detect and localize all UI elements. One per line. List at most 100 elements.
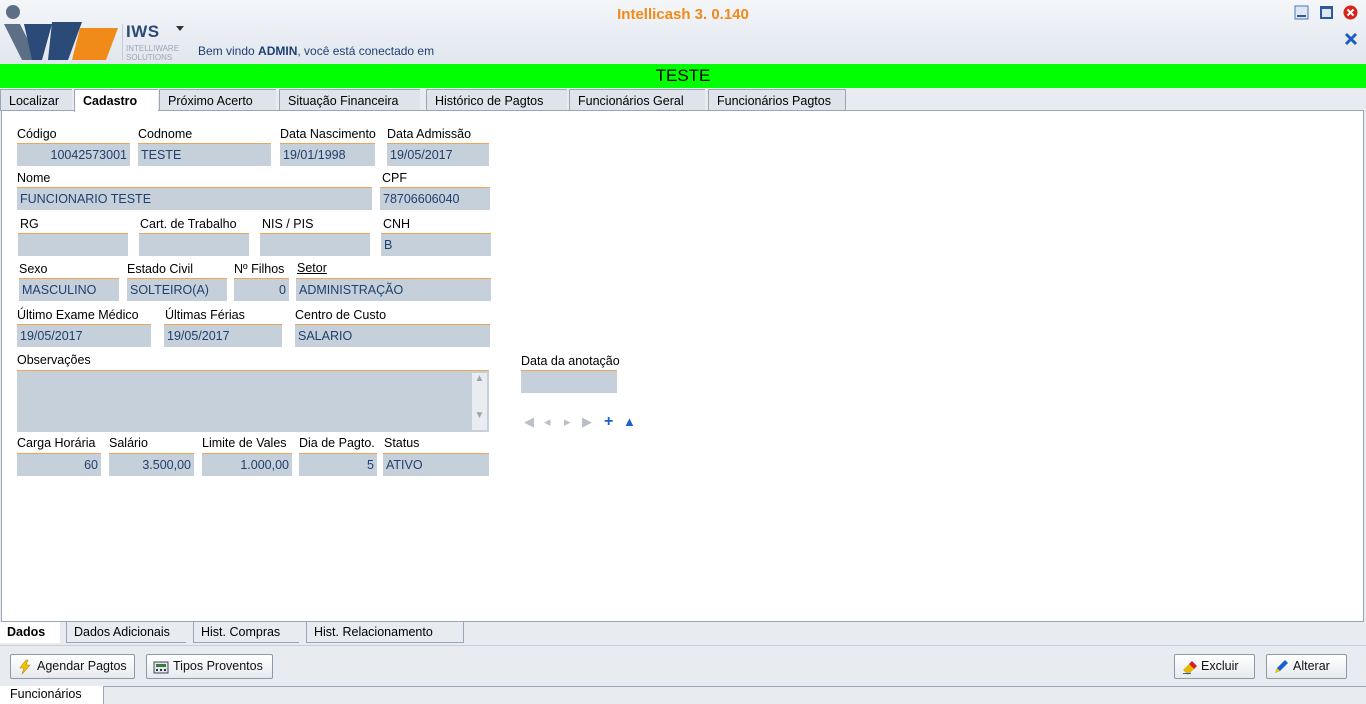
alterar-button[interactable]: Alterar — [1266, 654, 1347, 679]
close-form-icon[interactable] — [1343, 31, 1359, 47]
tab-label: Situação Financeira — [288, 94, 399, 108]
excluir-button[interactable]: Excluir — [1174, 654, 1255, 679]
collapse-icon[interactable]: ▲ — [623, 414, 636, 430]
codigo-field[interactable]: 10042573001 — [17, 143, 130, 166]
admissao-field[interactable]: 19/05/2017 — [387, 143, 489, 166]
logo-text: IWS — [126, 22, 160, 41]
button-label: Tipos Proventos — [173, 659, 263, 673]
centro-custo-field[interactable]: SALARIO — [295, 324, 490, 347]
cpf-field[interactable]: 78706606040 — [380, 187, 490, 210]
action-toolbar: Agendar Pagtos Tipos Proventos Excluir A… — [0, 645, 1366, 687]
tab-funcionarios[interactable]: Funcionários — [0, 686, 104, 704]
tab-label: Próximo Acerto — [168, 94, 253, 108]
tab-label: Funcionários Pagtos — [717, 94, 831, 108]
tab-label: Hist. Compras — [201, 625, 281, 639]
codigo-label: Código — [17, 127, 57, 141]
menu-dropdown-icon[interactable] — [176, 26, 184, 31]
prev-record-icon[interactable]: ◂ — [544, 414, 551, 430]
tipos-proventos-button[interactable]: Tipos Proventos — [146, 654, 273, 679]
top-tabs: Localizar Cadastro Próximo Acerto Situaç… — [0, 88, 1366, 112]
agendar-pagtos-button[interactable]: Agendar Pagtos — [10, 654, 135, 679]
cnh-label: CNH — [383, 217, 411, 231]
observacoes-label: Observações — [17, 353, 91, 367]
nome-field[interactable]: FUNCIONARIO TESTE — [17, 187, 372, 210]
dia-pagto-label: Dia de Pagto. — [299, 436, 375, 450]
tab-situacao-financeira[interactable]: Situação Financeira — [279, 89, 420, 111]
next-record-icon[interactable]: ▸ — [564, 414, 571, 430]
tab-label: Dados Adicionais — [74, 625, 170, 639]
exame-medico-label: Último Exame Médico — [17, 308, 139, 322]
exame-medico-field[interactable]: 19/05/2017 — [17, 324, 151, 347]
rg-label: RG — [20, 217, 39, 231]
tab-funcionarios-pagtos[interactable]: Funcionários Pagtos — [708, 89, 846, 111]
estado-civil-label: Estado Civil — [127, 262, 193, 276]
setor-link[interactable]: Setor — [297, 261, 327, 275]
lightning-icon — [19, 659, 31, 675]
button-label: Agendar Pagtos — [37, 659, 127, 673]
window-tabs: Funcionários — [0, 686, 1366, 704]
tab-dados-adicionais[interactable]: Dados Adicionais — [66, 622, 186, 643]
salario-field[interactable]: 3.500,00 — [109, 453, 194, 476]
sexo-select[interactable]: MASCULINO — [19, 278, 119, 301]
close-icon[interactable] — [1343, 5, 1358, 20]
observacoes-textarea[interactable]: ▲ ▼ — [17, 370, 489, 432]
status-label: Status — [384, 436, 420, 450]
add-record-icon[interactable]: + — [604, 414, 613, 430]
rg-field[interactable] — [18, 233, 128, 256]
codnome-field[interactable]: TESTE — [138, 143, 271, 166]
ultimas-ferias-field[interactable]: 19/05/2017 — [164, 324, 282, 347]
tab-label: Funcionários Geral — [578, 94, 684, 108]
limite-vales-field[interactable]: 1.000,00 — [202, 453, 292, 476]
scroll-down-icon[interactable]: ▼ — [472, 410, 487, 421]
tab-hist-relacionamento[interactable]: Hist. Relacionamento — [306, 622, 464, 643]
tab-hist-compras[interactable]: Hist. Compras — [193, 622, 299, 643]
maximize-icon[interactable] — [1319, 5, 1334, 20]
nis-pis-label: NIS / PIS — [262, 217, 314, 231]
bottom-tabs: Dados Dados Adicionais Hist. Compras His… — [0, 622, 1366, 644]
tab-label: Histórico de Pagtos — [435, 94, 544, 108]
carga-horaria-field[interactable]: 60 — [17, 453, 101, 476]
scroll-up-icon[interactable]: ▲ — [472, 373, 487, 384]
cnh-field[interactable]: B — [381, 233, 491, 256]
first-record-icon[interactable]: ◀︎ — [524, 414, 534, 430]
tab-localizar[interactable]: Localizar — [0, 89, 72, 111]
admissao-label: Data Admissão — [387, 127, 472, 141]
estado-civil-select[interactable]: SOLTEIRO(A) — [127, 278, 227, 301]
tab-funcionarios-geral[interactable]: Funcionários Geral — [569, 89, 705, 111]
sexo-label: Sexo — [19, 262, 48, 276]
calculator-icon — [153, 661, 169, 674]
cart-trabalho-field[interactable] — [139, 233, 249, 256]
limite-vales-label: Limite de Vales — [202, 436, 287, 450]
tab-dados[interactable]: Dados — [0, 622, 60, 643]
tab-historico-pagtos[interactable]: Histórico de Pagtos — [426, 89, 567, 111]
last-record-icon[interactable]: ▶︎ — [582, 414, 592, 430]
welcome-prefix: Bem vindo — [198, 44, 259, 58]
data-anotacao-field[interactable] — [521, 370, 617, 393]
codnome-label: Codnome — [138, 127, 193, 141]
filhos-field[interactable]: 0 — [234, 278, 289, 301]
tab-label: Cadastro — [83, 94, 138, 108]
employee-banner: TESTE — [0, 64, 1366, 88]
nascimento-label: Data Nascimento — [280, 127, 376, 141]
setor-field[interactable]: ADMINISTRAÇÃO — [296, 278, 491, 301]
nascimento-field[interactable]: 19/01/1998 — [280, 143, 375, 166]
minimize-icon[interactable] — [1294, 5, 1309, 20]
dia-pagto-field[interactable]: 5 — [299, 453, 377, 476]
nis-pis-field[interactable] — [260, 233, 370, 256]
status-select[interactable]: ATIVO — [383, 453, 489, 476]
nome-label: Nome — [17, 171, 51, 185]
logo-divider — [122, 24, 123, 60]
tab-label: Dados — [7, 625, 46, 639]
logo-subtitle: INTELLIWARE SOLUTIONS — [126, 44, 180, 62]
button-label: Alterar — [1293, 659, 1330, 673]
welcome-suffix: , você está conectado em — [297, 44, 435, 58]
eraser-icon — [1183, 661, 1197, 675]
centro-custo-label: Centro de Custo — [295, 308, 387, 322]
observacoes-scrollbar[interactable]: ▲ ▼ — [472, 373, 487, 430]
tab-cadastro[interactable]: Cadastro — [74, 89, 158, 112]
ultimas-ferias-label: Últimas Férias — [165, 308, 245, 322]
record-navigator: ◀︎ ◂ ▸ ▶︎ + ▲ — [524, 414, 644, 430]
tab-proximo-acerto[interactable]: Próximo Acerto — [159, 89, 276, 111]
tab-label: Hist. Relacionamento — [314, 625, 433, 639]
edit-pen-icon — [1275, 660, 1288, 673]
